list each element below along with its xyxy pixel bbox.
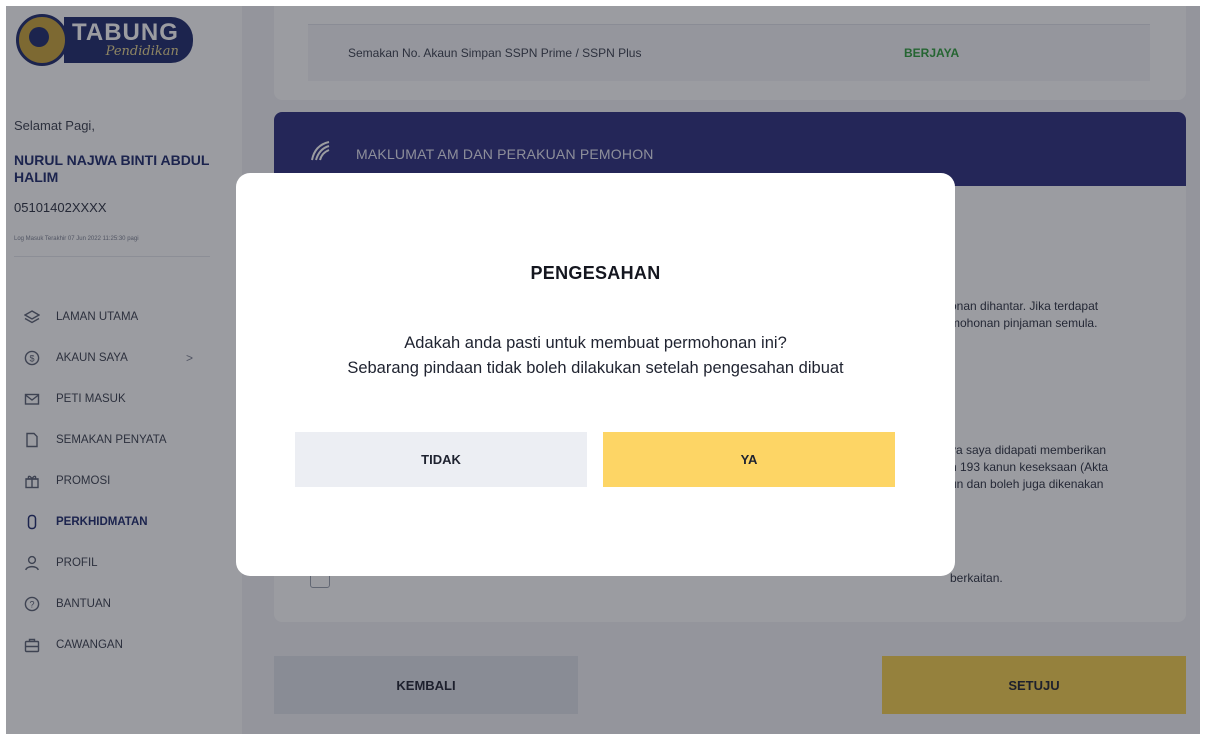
dialog-message-line-1: Adakah anda pasti untuk membuat permohon… [404, 334, 787, 352]
yes-button[interactable]: YA [603, 432, 895, 487]
no-button[interactable]: TIDAK [295, 432, 587, 487]
dialog-message: Adakah anda pasti untuk membuat permohon… [236, 331, 955, 381]
dialog-title: PENGESAHAN [530, 263, 661, 283]
confirmation-dialog: PENGESAHAN Adakah anda pasti untuk membu… [236, 173, 955, 576]
dialog-message-line-2: Sebarang pindaan tidak boleh dilakukan s… [347, 359, 844, 377]
